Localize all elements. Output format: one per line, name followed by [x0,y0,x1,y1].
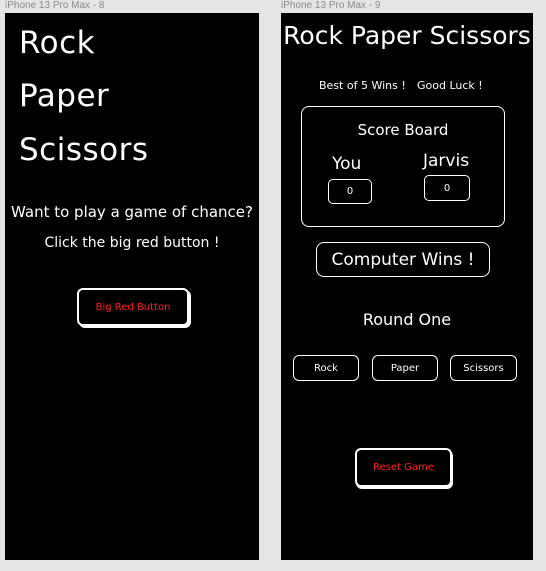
title-paper: Paper [19,78,110,114]
start-screen: Rock Paper Scissors Want to play a game … [5,13,259,560]
result-banner: Computer Wins ! [316,242,490,277]
best-of-label: Best of 5 Wins ! [319,79,406,92]
game-screen: Rock Paper Scissors Best of 5 Wins ! Goo… [281,13,533,560]
good-luck-label: Good Luck ! [417,79,483,92]
scissors-button[interactable]: Scissors [450,355,517,381]
score-board: Score Board You 0 Jarvis 0 [301,106,505,227]
player-score: 0 [328,179,372,204]
game-instruction: Click the big red button ! [44,235,220,251]
score-board-title: Score Board [357,121,449,139]
round-label: Round One [362,310,452,329]
rock-button[interactable]: Rock [293,355,359,381]
opponent-score: 0 [424,175,470,201]
title-rock: Rock [19,25,96,61]
opponent-name: Jarvis [423,151,470,171]
game-prompt: Want to play a game of chance? [11,203,253,221]
reset-game-button[interactable]: Reset Game [355,448,452,487]
paper-button[interactable]: Paper [372,355,438,381]
player-name: You [332,154,362,174]
big-red-button[interactable]: Big Red Button [77,288,189,326]
artboard-label-left: iPhone 13 Pro Max - 8 [5,0,105,11]
title-scissors: Scissors [19,132,149,168]
artboard-label-right: iPhone 13 Pro Max - 9 [281,0,381,11]
page-title: Rock Paper Scissors [283,21,531,50]
